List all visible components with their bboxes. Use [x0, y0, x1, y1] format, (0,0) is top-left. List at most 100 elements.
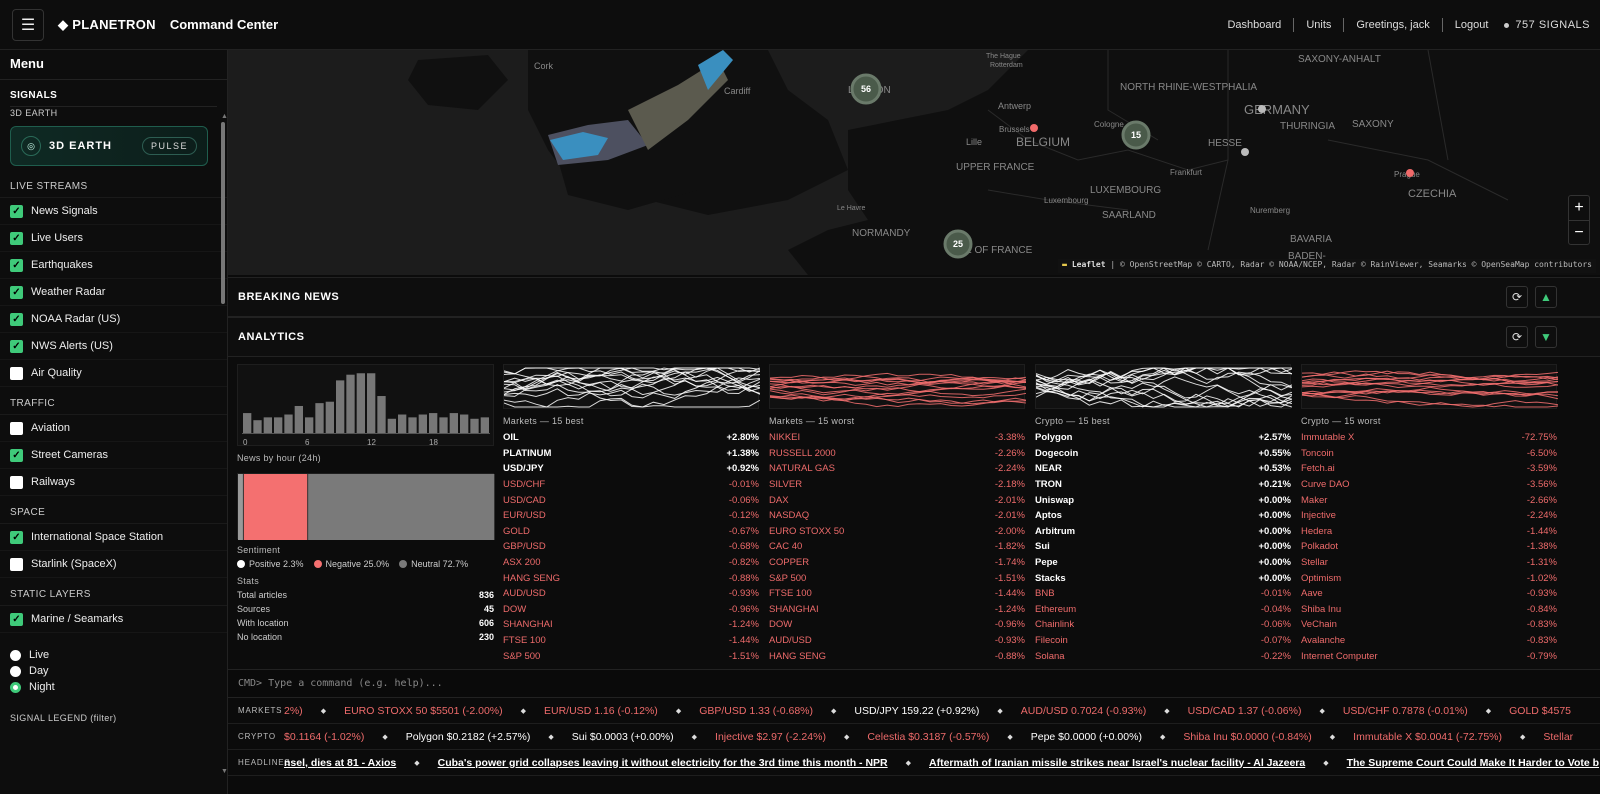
market-row[interactable]: Stellar -1.31% [1301, 555, 1557, 571]
market-row[interactable]: HANG SENG -0.88% [503, 570, 759, 586]
market-row[interactable]: SHANGHAI -1.24% [769, 602, 1025, 618]
checkbox-checked-icon[interactable]: ✓ [10, 204, 23, 218]
ticker-item[interactable]: USD/CAD 1.37 (-0.06%) [1188, 705, 1302, 717]
map-marker[interactable] [1241, 148, 1249, 156]
market-row[interactable]: FTSE 100 -1.44% [769, 586, 1025, 602]
market-row[interactable]: Curve DAO -3.56% [1301, 477, 1557, 493]
market-row[interactable]: ASX 200 -0.82% [503, 555, 759, 571]
checkbox-checked-icon[interactable]: ✓ [10, 312, 23, 326]
map-marker[interactable] [1030, 124, 1038, 132]
nav-dashboard[interactable]: Dashboard [1227, 19, 1281, 31]
layer-toggle[interactable]: ✓ Weather Radar [0, 279, 227, 306]
attribution-leaflet[interactable]: Leaflet [1072, 260, 1106, 269]
market-row[interactable]: RUSSELL 2000 -2.26% [769, 446, 1025, 462]
ticker-item[interactable]: AUD/USD 0.7024 (-0.93%) [1021, 705, 1146, 717]
layer-toggle[interactable]: ✓ News Signals [0, 198, 227, 225]
ticker-item[interactable]: EURO STOXX 50 $5501 (-2.00%) [344, 705, 503, 717]
map[interactable]: Cork Cardiff LONDON The Hague Rotterdam … [228, 50, 1600, 275]
ticker-item[interactable]: Injective $2.97 (-2.24%) [715, 731, 826, 743]
checkbox-empty-icon[interactable] [10, 421, 23, 435]
ticker-item[interactable]: Aftermath of Iranian missile strikes nea… [929, 757, 1305, 769]
checkbox-checked-icon[interactable]: ✓ [10, 448, 23, 462]
market-row[interactable]: PLATINUM +1.38% [503, 446, 759, 462]
market-row[interactable]: Optimism -1.02% [1301, 570, 1557, 586]
ticker-item[interactable]: 2%) [284, 705, 303, 717]
market-row[interactable]: GOLD -0.67% [503, 524, 759, 540]
time-mode-option[interactable]: Night [0, 679, 227, 695]
nav-logout[interactable]: Logout [1455, 19, 1489, 31]
market-row[interactable]: DOW -0.96% [503, 602, 759, 618]
layer-toggle[interactable]: Starlink (SpaceX) [0, 551, 227, 578]
market-row[interactable]: EUR/USD -0.12% [503, 508, 759, 524]
market-row[interactable]: NATURAL GAS -2.24% [769, 461, 1025, 477]
ticker-item[interactable]: GOLD $4575 [1509, 705, 1571, 717]
refresh-icon[interactable]: ⟳ [1506, 286, 1528, 308]
market-row[interactable]: Arbitrum +0.00% [1035, 524, 1291, 540]
checkbox-checked-icon[interactable]: ✓ [10, 339, 23, 353]
market-row[interactable]: AUD/USD -0.93% [503, 586, 759, 602]
ticker-item[interactable]: EUR/USD 1.16 (-0.12%) [544, 705, 658, 717]
market-row[interactable]: S&P 500 -1.51% [503, 648, 759, 664]
market-row[interactable]: CAC 40 -1.82% [769, 539, 1025, 555]
market-row[interactable]: Aptos +0.00% [1035, 508, 1291, 524]
layer-toggle[interactable]: ✓ Marine / Seamarks [0, 606, 227, 633]
layer-toggle[interactable]: ✓ Earthquakes [0, 252, 227, 279]
market-row[interactable]: NIKKEI -3.38% [769, 430, 1025, 446]
earth-toggle[interactable]: ◎ 3D EARTH PULSE [10, 126, 208, 166]
pulse-button[interactable]: PULSE [141, 137, 197, 155]
ticker-item[interactable]: Pepe $0.0000 (+0.00%) [1031, 731, 1142, 743]
map-canvas[interactable]: Cork Cardiff LONDON The Hague Rotterdam … [228, 50, 1600, 275]
market-row[interactable]: Maker -2.66% [1301, 492, 1557, 508]
radio-icon[interactable] [10, 681, 21, 693]
refresh-icon[interactable]: ⟳ [1506, 326, 1528, 348]
market-row[interactable]: Filecoin -0.07% [1035, 633, 1291, 649]
market-row[interactable]: VeChain -0.83% [1301, 617, 1557, 633]
ticker-item[interactable]: Sui $0.0003 (+0.00%) [572, 731, 674, 743]
checkbox-empty-icon[interactable] [10, 366, 23, 380]
market-row[interactable]: DAX -2.01% [769, 492, 1025, 508]
ticker-item[interactable]: USD/CHF 0.7878 (-0.01%) [1343, 705, 1468, 717]
radio-icon[interactable] [10, 649, 21, 661]
scroll-down-icon[interactable]: ▼ [221, 768, 228, 775]
market-row[interactable]: Stacks +0.00% [1035, 570, 1291, 586]
checkbox-empty-icon[interactable] [10, 557, 23, 571]
layer-toggle[interactable]: ✓ NOAA Radar (US) [0, 306, 227, 333]
market-row[interactable]: USD/CAD -0.06% [503, 492, 759, 508]
market-row[interactable]: SHANGHAI -1.24% [503, 617, 759, 633]
market-row[interactable]: NEAR +0.53% [1035, 461, 1291, 477]
market-row[interactable]: SILVER -2.18% [769, 477, 1025, 493]
market-row[interactable]: S&P 500 -1.51% [769, 570, 1025, 586]
layer-toggle[interactable]: Air Quality [0, 360, 227, 387]
market-row[interactable]: Injective -2.24% [1301, 508, 1557, 524]
map-marker[interactable] [1406, 169, 1414, 177]
map-marker[interactable] [1258, 105, 1266, 113]
market-row[interactable]: TRON +0.21% [1035, 477, 1291, 493]
checkbox-checked-icon[interactable]: ✓ [10, 612, 23, 626]
market-row[interactable]: AUD/USD -0.93% [769, 633, 1025, 649]
time-mode-option[interactable]: Day [0, 663, 227, 679]
market-row[interactable]: Polygon +2.57% [1035, 430, 1291, 446]
checkbox-empty-icon[interactable] [10, 475, 23, 489]
zoom-in-button[interactable]: + [1569, 196, 1589, 221]
ticker-item[interactable]: Celestia $0.3187 (-0.57%) [867, 731, 989, 743]
market-row[interactable]: Avalanche -0.83% [1301, 633, 1557, 649]
triangle-up-icon[interactable]: ▲ [1535, 286, 1557, 308]
market-row[interactable]: Solana -0.22% [1035, 648, 1291, 664]
market-row[interactable]: DOW -0.96% [769, 617, 1025, 633]
ticker-item[interactable]: The Supreme Court Could Make It Harder t… [1347, 757, 1599, 769]
ticker-item[interactable]: GBP/USD 1.33 (-0.68%) [699, 705, 813, 717]
checkbox-checked-icon[interactable]: ✓ [10, 530, 23, 544]
market-row[interactable]: Shiba Inu -0.84% [1301, 602, 1557, 618]
nav-units[interactable]: Units [1306, 19, 1331, 31]
layer-toggle[interactable]: ✓ Street Cameras [0, 442, 227, 469]
ticker-item[interactable]: Polygon $0.2182 (+2.57%) [406, 731, 531, 743]
market-row[interactable]: Chainlink -0.06% [1035, 617, 1291, 633]
layer-toggle[interactable]: ✓ Live Users [0, 225, 227, 252]
market-row[interactable]: Sui +0.00% [1035, 539, 1291, 555]
market-row[interactable]: Ethereum -0.04% [1035, 602, 1291, 618]
checkbox-checked-icon[interactable]: ✓ [10, 231, 23, 245]
checkbox-checked-icon[interactable]: ✓ [10, 285, 23, 299]
market-row[interactable]: NASDAQ -2.01% [769, 508, 1025, 524]
market-row[interactable]: HANG SENG -0.88% [769, 648, 1025, 664]
radio-icon[interactable] [10, 665, 21, 677]
